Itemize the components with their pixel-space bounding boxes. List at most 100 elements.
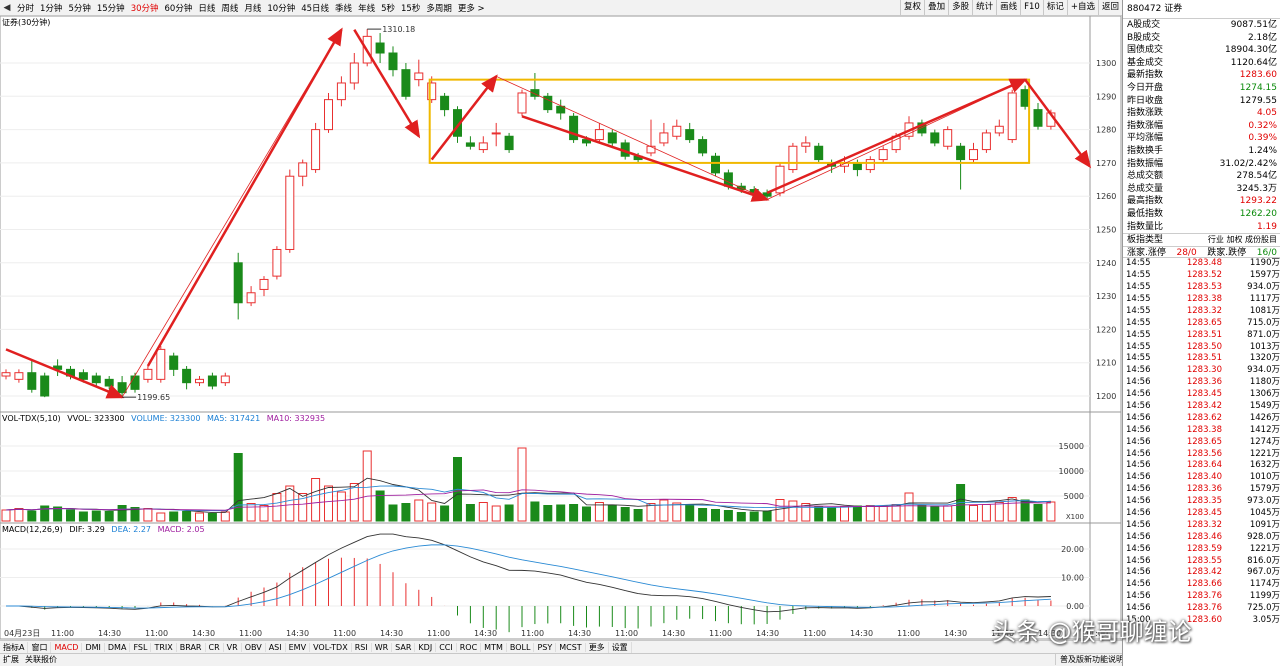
tick-time: 14:55 [1126, 317, 1151, 328]
period-tab[interactable]: 季线 [332, 2, 355, 14]
volume-bar [582, 506, 591, 522]
toolbar-button[interactable]: 多股 [948, 0, 972, 16]
tick-price: 1283.66 [1186, 579, 1222, 590]
volume-bar [27, 510, 37, 522]
toolbar-button[interactable]: 返回 [1097, 0, 1122, 16]
time-tick-label: 14:30 [568, 629, 591, 638]
indicator-tab[interactable]: BOLL [507, 642, 535, 652]
trend-arrow [146, 27, 343, 367]
toolbar-button[interactable]: 统计 [972, 0, 996, 16]
candle-body [272, 248, 282, 277]
toolbar-button[interactable]: F10 [1020, 0, 1043, 16]
volume-bar [156, 512, 166, 522]
indicator-tab[interactable]: MACD [51, 642, 83, 652]
trend-arrow [521, 115, 770, 202]
candle-body [401, 69, 411, 97]
indicator-tab[interactable]: 更多 [586, 641, 609, 653]
candle-body [233, 262, 243, 304]
period-tab[interactable]: 45日线 [298, 2, 332, 14]
candle-body [14, 372, 24, 380]
period-tab[interactable]: 10分钟 [264, 2, 298, 14]
indicator-tab[interactable]: BRAR [177, 642, 206, 652]
period-tab[interactable]: 年线 [355, 2, 378, 14]
period-tab[interactable]: 日线 [195, 2, 218, 14]
indicator-tab[interactable]: MCST [556, 642, 586, 652]
tick-volume: 1190万 [1249, 258, 1280, 269]
indicator-tab[interactable]: VOL-TDX [310, 642, 352, 652]
stat-label: 总成交额 [1127, 171, 1164, 182]
volume-bar [311, 478, 321, 522]
period-tab[interactable]: 30分钟 [128, 2, 162, 14]
tick-list[interactable]: 14:55 1283.48 1190万 14:55 1283.52 1597万 14:55 1… [1123, 258, 1280, 627]
new-feature-info[interactable]: 普及版新功能说明 [1055, 654, 1128, 665]
toolbar-button[interactable]: 标记 [1042, 0, 1067, 16]
tick-volume: 1221万 [1249, 448, 1280, 459]
indicator-tab[interactable]: SAR [392, 642, 416, 652]
tick-price: 1283.45 [1186, 389, 1222, 400]
indicator-tab[interactable]: 指标A [0, 641, 29, 653]
vol-vvol: VVOL: 323300 [67, 414, 125, 423]
status-linked-quote[interactable]: 关联报价 [22, 654, 60, 666]
candle-body [117, 382, 127, 394]
period-tab[interactable]: 15秒 [398, 2, 423, 14]
period-tab[interactable]: 5秒 [378, 2, 398, 14]
indicator-tab[interactable]: EMV [286, 642, 311, 652]
tick-time: 14:55 [1126, 305, 1151, 316]
tick-volume: 1045万 [1249, 507, 1280, 518]
board-type-value[interactable]: 行业 加权 成份股目 [1208, 234, 1277, 246]
toolbar-button[interactable]: 叠加 [924, 0, 948, 16]
kline-chart[interactable]: 1300 1290 1280 1270 1260 1250 1240 1230 1220 1210… [0, 16, 1122, 640]
macd-tick-label: 20.00 [1061, 545, 1084, 554]
volume-bar [723, 510, 733, 522]
indicator-tab[interactable]: ASI [266, 642, 286, 652]
indicator-tab[interactable]: RSI [352, 642, 372, 652]
toolbar-left-arrow-icon[interactable]: ◀ [0, 1, 14, 15]
tick-row: 14:55 1283.51 1320万 [1123, 353, 1280, 365]
toolbar-button[interactable]: 画线 [996, 0, 1020, 16]
period-tab[interactable]: 分时 [14, 2, 37, 14]
period-toolbar: ◀ 分时 1分钟 5分钟 15分钟 30分钟 60分钟 日线 周线 月线 10分钟 45日线 季线 年线… [0, 0, 1122, 16]
indicator-tab[interactable]: ROC [457, 642, 482, 652]
indicator-tab[interactable]: DMA [105, 642, 131, 652]
time-tick-label: 04月23日 [4, 629, 40, 638]
period-tab[interactable]: 周线 [218, 2, 241, 14]
indicator-tab[interactable]: KDJ [415, 642, 437, 652]
indicator-tab[interactable]: OBV [242, 642, 266, 652]
toolbar-button[interactable]: 复权 [900, 0, 924, 16]
indicator-tab[interactable]: WR [372, 642, 393, 652]
indicator-tab[interactable]: VR [224, 642, 242, 652]
status-expand[interactable]: 扩展 [0, 654, 22, 666]
tick-volume: 1306万 [1249, 389, 1280, 400]
tick-volume: 1013万 [1249, 341, 1280, 352]
period-tab[interactable]: 多周期 [423, 2, 455, 14]
volume-bar [14, 508, 24, 522]
indicator-tab[interactable]: DMI [82, 642, 105, 652]
indicator-tab[interactable]: MTM [481, 642, 507, 652]
period-tab[interactable]: 1分钟 [37, 2, 65, 14]
indicator-tab[interactable]: PSY [534, 642, 557, 652]
period-tab[interactable]: 5分钟 [65, 2, 93, 14]
tick-price: 1283.45 [1186, 507, 1222, 518]
indicator-tab[interactable]: TRIX [151, 642, 177, 652]
volume-bar [840, 506, 849, 522]
indicator-tab[interactable]: 窗口 [28, 641, 52, 653]
period-tab[interactable]: 15分钟 [94, 2, 128, 14]
toolbar-button[interactable]: +自选 [1066, 0, 1098, 16]
indicator-tab[interactable]: CR [206, 642, 224, 652]
tick-price: 1283.53 [1186, 282, 1222, 293]
period-tab[interactable]: 月线 [241, 2, 264, 14]
indicator-tab[interactable]: FSL [130, 642, 152, 652]
candle-body [27, 372, 37, 390]
tick-time: 14:55 [1126, 282, 1151, 293]
stat-row: A股成交 9087.51亿 [1123, 19, 1280, 32]
candle-body [659, 132, 669, 144]
tick-row: 14:56 1283.32 1091万 [1123, 520, 1280, 532]
stat-label: A股成交 [1127, 20, 1161, 30]
period-tab[interactable]: 更多 > [455, 2, 488, 14]
indicator-tab[interactable]: 设置 [609, 641, 632, 653]
period-tab[interactable]: 60分钟 [162, 2, 196, 14]
stat-value: 18904.30亿 [1225, 45, 1277, 56]
indicator-tab[interactable]: CCI [436, 642, 457, 652]
tick-price: 1283.40 [1186, 472, 1222, 483]
tick-price: 1283.56 [1186, 448, 1222, 459]
